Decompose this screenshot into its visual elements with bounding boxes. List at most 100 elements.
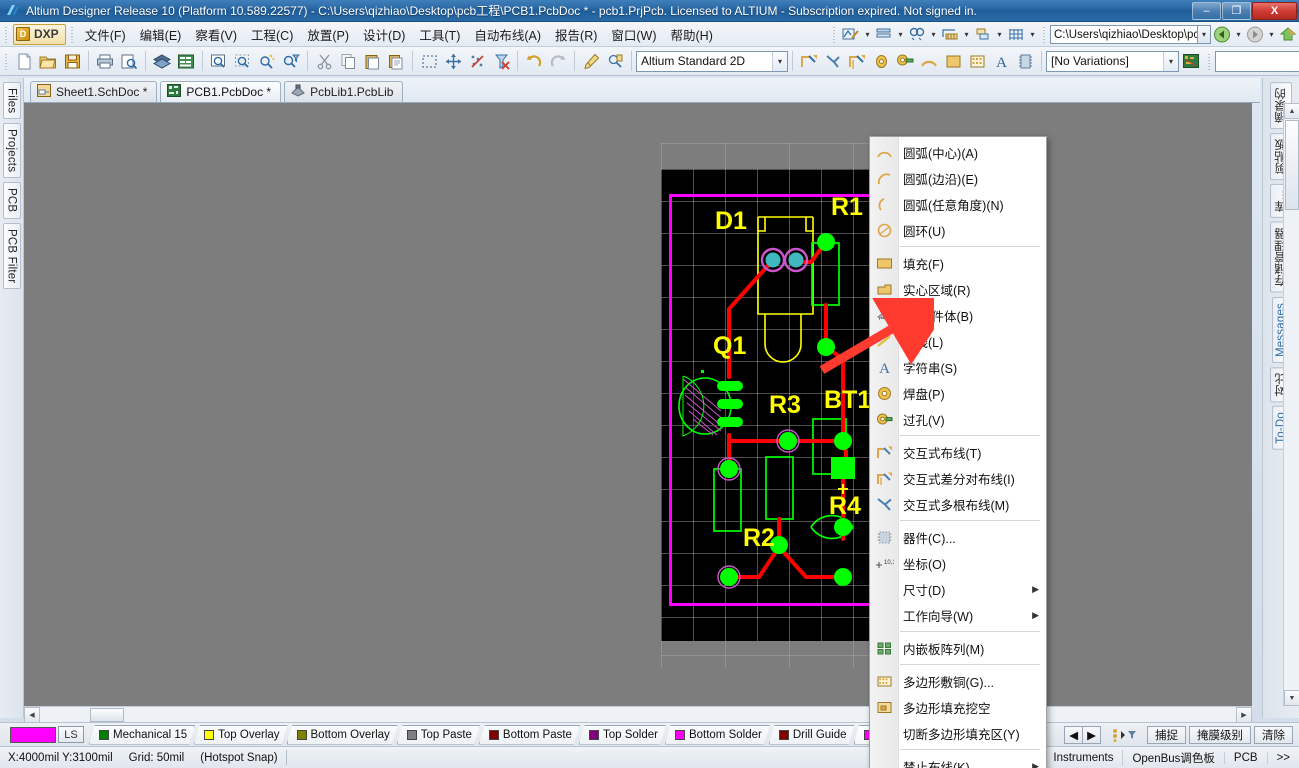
zoom-filter-icon[interactable] <box>255 50 279 73</box>
toolbar-grip-2[interactable] <box>1206 52 1212 70</box>
empty-combo[interactable]: ▾ <box>1215 50 1299 72</box>
move-icon[interactable] <box>441 50 465 73</box>
clear-selection-icon[interactable] <box>489 50 513 73</box>
layer-sets-button[interactable]: LS <box>58 726 84 743</box>
place-polygon-pour-icon[interactable] <box>965 50 989 73</box>
clear-filter-icon[interactable] <box>279 50 303 73</box>
menu-interactive-routing[interactable]: 交互式布线(T) <box>870 439 1046 465</box>
menu-place[interactable]: 放置(P) <box>300 22 356 47</box>
inspector-icon[interactable] <box>603 50 627 73</box>
doctab-sheet1-schdoc[interactable]: Sheet1.SchDoc * <box>30 81 158 102</box>
menu-via[interactable]: 过孔(V) <box>870 406 1046 432</box>
menu-polygon-cutout[interactable]: 多边形填充挖空 <box>870 694 1046 720</box>
minimize-button[interactable]: – <box>1192 1 1221 20</box>
layer-nav-right-button[interactable]: ▶ <box>1082 725 1101 744</box>
close-button[interactable]: X <box>1252 1 1297 20</box>
layer-tab-mechanical-15[interactable]: Mechanical 15 <box>89 725 195 745</box>
place-via-icon[interactable] <box>893 50 917 73</box>
menu-diff-pair-routing[interactable]: 交互式差分对布线(I) <box>870 465 1046 491</box>
menubar-grip-2[interactable] <box>68 25 75 43</box>
scroll-up-button[interactable]: ▲ <box>1284 103 1299 119</box>
path-dropdown-caret[interactable]: ▾ <box>1198 24 1211 44</box>
pcb-board[interactable]: D1 R1 Q1 R3 BT1 R2 R4 <box>661 169 899 641</box>
arrange-caret[interactable]: ▾ <box>994 24 1005 45</box>
new-document-icon[interactable] <box>12 50 36 73</box>
view-config-caret[interactable]: ▾ <box>772 51 787 71</box>
place-fill-icon[interactable] <box>941 50 965 73</box>
menu-arc-any-angle[interactable]: 圆弧(任意角度)(N) <box>870 191 1046 217</box>
forward-caret[interactable]: ▾ <box>1266 24 1277 45</box>
place-component-icon[interactable] <box>1013 50 1037 73</box>
menu-file[interactable]: 文件(F) <box>78 22 133 47</box>
back-caret[interactable]: ▾ <box>1233 24 1244 45</box>
print-preview-icon[interactable] <box>117 50 141 73</box>
menu-edit[interactable]: 编辑(E) <box>133 22 189 47</box>
home-icon[interactable] <box>1277 24 1299 45</box>
place-string-icon[interactable]: A <box>989 50 1013 73</box>
undo-icon[interactable] <box>522 50 546 73</box>
layerbar-clear-button[interactable]: 清除 <box>1254 725 1293 744</box>
schematic-tools-icon[interactable] <box>840 24 862 45</box>
pcb-canvas[interactable]: D1 R1 Q1 R3 BT1 R2 R4 <box>24 103 1252 706</box>
menu-arc-center[interactable]: 圆弧(中心)(A) <box>870 139 1046 165</box>
restore-button[interactable]: ❐ <box>1222 1 1251 20</box>
grid-settings-icon[interactable] <box>1005 24 1027 45</box>
nav-toolbar-grip[interactable] <box>831 25 837 43</box>
scroll-left-button[interactable]: ◀ <box>24 707 40 723</box>
layer-tab-top-overlay[interactable]: Top Overlay <box>194 725 287 745</box>
view-config-combo[interactable]: Altium Standard 2D ▾ <box>636 50 788 72</box>
bom-icon[interactable] <box>174 50 198 73</box>
layer-tab-drill-guide[interactable]: Drill Guide <box>769 725 855 745</box>
menu-project[interactable]: 工程(C) <box>244 22 300 47</box>
menu-grip[interactable] <box>3 25 9 43</box>
menu-autoroute[interactable]: 自动布线(A) <box>467 22 548 47</box>
dock-tab-pcb-filter[interactable]: PCB Filter <box>2 222 21 290</box>
layer-tab-bottom-solder[interactable]: Bottom Solder <box>665 725 770 745</box>
status-tab-openbus-palette[interactable]: OpenBus调色板 <box>1122 749 1223 766</box>
zoom-selection-icon[interactable] <box>231 50 255 73</box>
status-tab-more[interactable]: >> <box>1266 751 1299 764</box>
schematic-tools-caret[interactable]: ▾ <box>862 24 873 45</box>
status-tab-pcb[interactable]: PCB <box>1223 751 1267 764</box>
place-interactive-route-icon[interactable] <box>821 50 845 73</box>
dock-tab-files[interactable]: Files <box>2 82 21 120</box>
scroll-down-button[interactable]: ▼ <box>1284 690 1299 706</box>
menu-reports[interactable]: 报告(R) <box>548 22 604 47</box>
doctab-pcb1-pcbdoc[interactable]: PCB1.PcbDoc * <box>160 81 282 102</box>
layer-tab-bottom-paste[interactable]: Bottom Paste <box>479 725 580 745</box>
menu-tools[interactable]: 工具(T) <box>412 22 467 47</box>
menu-design[interactable]: 设计(D) <box>356 22 412 47</box>
path-toolbar-grip[interactable] <box>1041 25 1047 43</box>
layer-stack-icon[interactable] <box>873 24 895 45</box>
place-context-menu[interactable]: 圆弧(中心)(A) 圆弧(边沿)(E) 圆弧(任意角度)(N) 圆环(U) 填充… <box>869 136 1047 768</box>
cut-icon[interactable] <box>312 50 336 73</box>
place-track-icon[interactable] <box>797 50 821 73</box>
path-input[interactable]: C:\Users\qizhiao\Desktop\pcb工 <box>1050 24 1198 44</box>
status-tab-instruments[interactable]: Instruments <box>1043 751 1122 764</box>
layer-nav-left-button[interactable]: ◀ <box>1064 725 1084 744</box>
horizontal-scrollbar[interactable]: ◀ ▶ <box>24 706 1252 723</box>
zoom-area-icon[interactable] <box>207 50 231 73</box>
layerbar-snap-button[interactable]: 捕捉 <box>1147 725 1186 744</box>
variations-combo[interactable]: [No Variations] ▾ <box>1046 50 1179 72</box>
layer-tab-top-solder[interactable]: Top Solder <box>579 725 666 745</box>
dock-tab-pcb[interactable]: PCB <box>2 182 21 219</box>
layer-stack-caret[interactable]: ▾ <box>895 24 906 45</box>
layer-options-icon[interactable] <box>1104 726 1144 744</box>
find-similar-caret[interactable]: ▾ <box>928 24 939 45</box>
dimension-tool-icon[interactable] <box>939 24 961 45</box>
copy-icon[interactable] <box>336 50 360 73</box>
menu-embedded-board-array[interactable]: 内嵌板阵列(M) <box>870 635 1046 661</box>
toolbar-grip-1[interactable] <box>3 52 9 70</box>
menu-slice-polygon[interactable]: 切断多边形填充区(Y) <box>870 720 1046 746</box>
forward-icon[interactable] <box>1244 24 1266 45</box>
select-area-icon[interactable] <box>417 50 441 73</box>
menu-wizard[interactable]: 工作向导(W) ▶ <box>870 602 1046 628</box>
menu-arc-edge[interactable]: 圆弧(边沿)(E) <box>870 165 1046 191</box>
doctab-pcblib1-pcblib[interactable]: PcbLib1.PcbLib <box>284 81 404 102</box>
open-document-icon[interactable] <box>36 50 60 73</box>
scroll-right-button[interactable]: ▶ <box>1236 707 1252 723</box>
redo-icon[interactable] <box>546 50 570 73</box>
paste-special-icon[interactable] <box>384 50 408 73</box>
vscroll-thumb[interactable] <box>1285 120 1299 210</box>
